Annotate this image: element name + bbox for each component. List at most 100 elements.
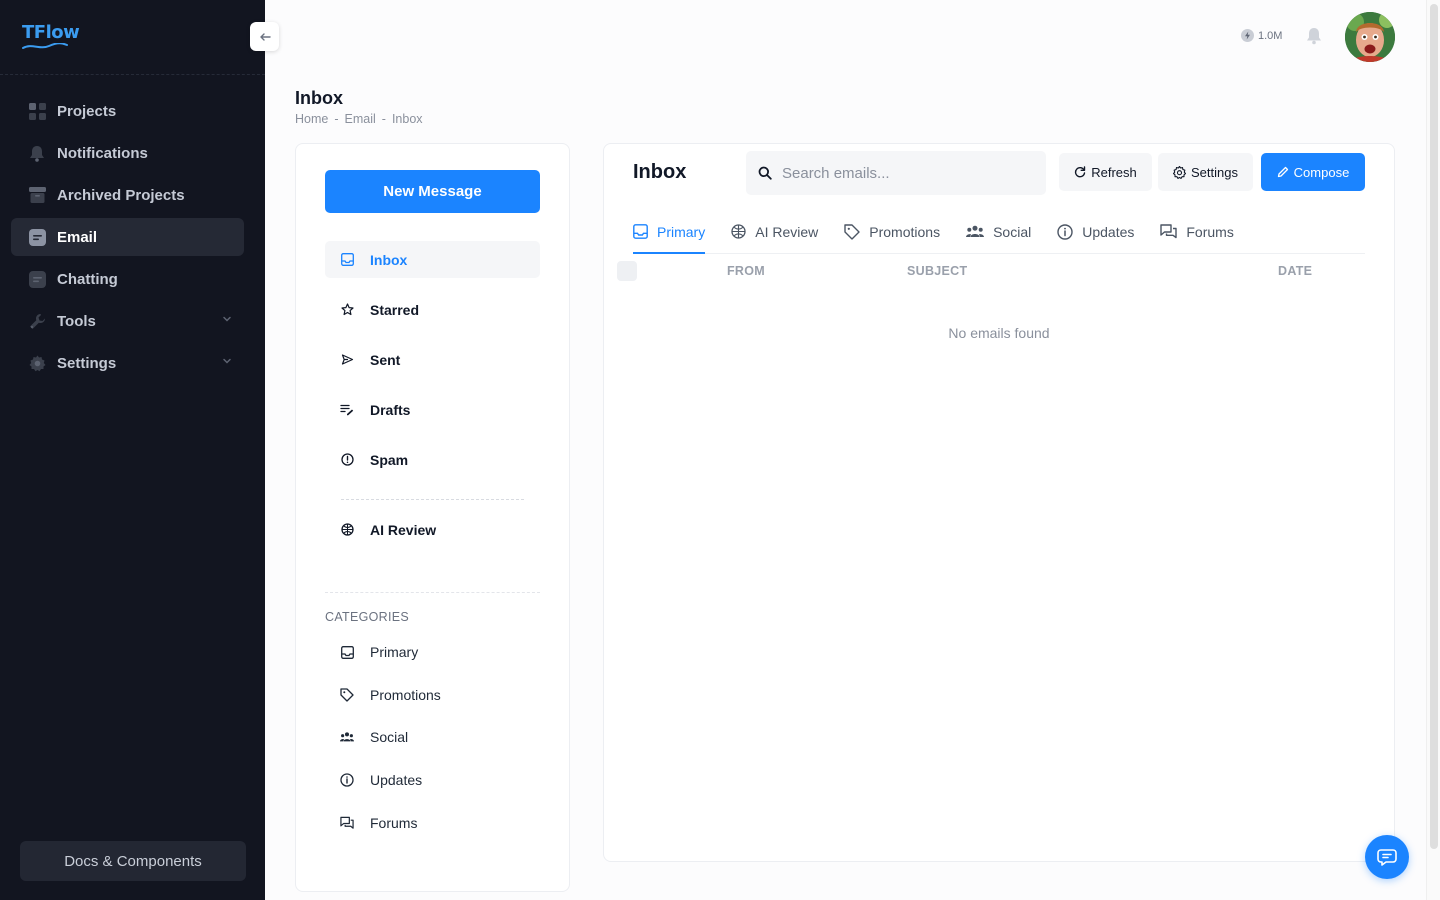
chat-support-button[interactable] — [1365, 835, 1409, 879]
breadcrumb: Home - Email - Inbox — [295, 112, 423, 126]
wave-icon — [22, 43, 68, 49]
folder-label: Sent — [370, 351, 401, 368]
gear-icon — [1173, 165, 1186, 179]
empty-state: No emails found — [948, 325, 1050, 341]
docs-components-button[interactable]: Docs & Components — [20, 841, 246, 881]
breadcrumb-separator: - — [334, 112, 339, 126]
tab-label: Updates — [1082, 223, 1135, 240]
column-from[interactable]: FROM — [727, 264, 765, 278]
folder-inbox[interactable]: Inbox — [325, 241, 540, 278]
mail-list-panel: Inbox Refresh Settings Compose Primary A… — [603, 143, 1395, 862]
sidebar-item-notifications[interactable]: Notifications — [11, 134, 244, 172]
sidebar: TFlow Projects Notifications Archived Pr… — [0, 0, 265, 900]
tab-label: AI Review — [755, 223, 819, 240]
breadcrumb-home[interactable]: Home — [295, 112, 328, 126]
sidebar-item-label: Settings — [57, 354, 117, 372]
gear-icon — [28, 354, 46, 372]
chevron-down-icon — [223, 358, 231, 364]
credits-badge[interactable]: 1.0M — [1241, 29, 1282, 42]
tab-promotions[interactable]: Promotions — [844, 210, 940, 253]
info-icon — [340, 773, 354, 787]
tab-label: Social — [993, 223, 1032, 240]
category-label: Primary — [370, 644, 419, 660]
breadcrumb-separator: - — [381, 112, 386, 126]
category-label: Social — [370, 729, 409, 745]
page-scrollbar[interactable] — [1426, 0, 1440, 900]
search-box[interactable] — [746, 151, 1046, 195]
refresh-button[interactable]: Refresh — [1059, 153, 1152, 191]
sidebar-item-tools[interactable]: Tools — [11, 302, 244, 340]
sidebar-divider — [0, 74, 265, 75]
inbox-icon — [340, 645, 354, 659]
arrow-left-icon — [259, 32, 271, 41]
chat-icon — [1377, 849, 1397, 866]
column-subject[interactable]: SUBJECT — [907, 264, 967, 278]
search-icon — [758, 166, 772, 180]
tab-label: Primary — [657, 223, 706, 240]
category-promotions[interactable]: Promotions — [325, 680, 540, 710]
scrollbar-thumb[interactable] — [1430, 4, 1438, 849]
folder-starred[interactable]: Starred — [325, 291, 540, 328]
star-icon — [340, 303, 354, 317]
sidebar-item-label: Projects — [57, 102, 117, 120]
archive-icon — [28, 186, 46, 204]
inbox-icon — [340, 253, 354, 267]
compose-button[interactable]: Compose — [1261, 153, 1365, 191]
folder-spam[interactable]: Spam — [325, 441, 540, 478]
sidebar-item-projects[interactable]: Projects — [11, 92, 244, 130]
notifications-button[interactable] — [1306, 27, 1322, 50]
sidebar-nav: Projects Notifications Archived Projects… — [11, 92, 244, 386]
settings-button[interactable]: Settings — [1158, 153, 1253, 191]
breadcrumb-email[interactable]: Email — [345, 112, 376, 126]
avatar[interactable] — [1345, 12, 1395, 62]
category-primary[interactable]: Primary — [325, 637, 540, 667]
folder-label: Spam — [370, 451, 409, 468]
folder-ai-review[interactable]: AI Review — [325, 511, 540, 548]
bell-icon — [28, 144, 46, 162]
select-all-checkbox[interactable] — [617, 261, 637, 281]
category-forums[interactable]: Forums — [325, 808, 540, 838]
tab-updates[interactable]: Updates — [1057, 210, 1134, 253]
sidebar-collapse-button[interactable] — [250, 22, 279, 51]
grid-icon — [28, 102, 46, 120]
sidebar-item-email[interactable]: Email — [11, 218, 244, 256]
chevron-down-icon — [223, 316, 231, 322]
send-icon — [340, 353, 354, 367]
settings-label: Settings — [1191, 164, 1238, 180]
tab-primary[interactable]: Primary — [633, 210, 706, 254]
people-icon — [340, 730, 354, 744]
wrench-icon — [28, 312, 46, 330]
tflow-logo[interactable]: TFlow — [22, 24, 80, 50]
folder-sent[interactable]: Sent — [325, 341, 540, 378]
search-input[interactable] — [782, 164, 1022, 182]
category-label: Updates — [370, 772, 423, 788]
new-message-button[interactable]: New Message — [325, 170, 540, 213]
drafts-icon — [340, 403, 354, 417]
category-social[interactable]: Social — [325, 722, 540, 752]
sidebar-item-chatting[interactable]: Chatting — [11, 260, 244, 298]
pencil-icon — [1277, 166, 1288, 178]
user-photo — [1345, 12, 1395, 62]
forum-icon — [340, 816, 354, 830]
folder-drafts[interactable]: Drafts — [325, 391, 540, 428]
sidebar-item-settings[interactable]: Settings — [11, 344, 244, 382]
mail-folders-panel: New Message Inbox Starred Sent Drafts Sp… — [295, 143, 570, 892]
sidebar-item-label: Email — [57, 228, 98, 246]
page-title: Inbox — [295, 88, 343, 108]
tab-ai-review[interactable]: AI Review — [731, 210, 818, 253]
alert-icon — [340, 453, 354, 467]
compose-label: Compose — [1293, 164, 1350, 180]
bolt-icon — [1241, 29, 1254, 42]
refresh-label: Refresh — [1091, 164, 1137, 180]
sidebar-item-label: Archived Projects — [57, 186, 185, 204]
bell-icon — [1307, 28, 1321, 45]
sidebar-item-label: Chatting — [57, 270, 118, 288]
column-date[interactable]: DATE — [1278, 264, 1312, 278]
sidebar-item-archived-projects[interactable]: Archived Projects — [11, 176, 244, 214]
sidebar-item-label: Notifications — [57, 144, 148, 162]
category-updates[interactable]: Updates — [325, 765, 540, 795]
tab-social[interactable]: Social — [966, 210, 1031, 253]
tab-forums[interactable]: Forums — [1160, 210, 1234, 253]
brain-icon — [340, 523, 354, 537]
folder-label: Drafts — [370, 401, 411, 418]
